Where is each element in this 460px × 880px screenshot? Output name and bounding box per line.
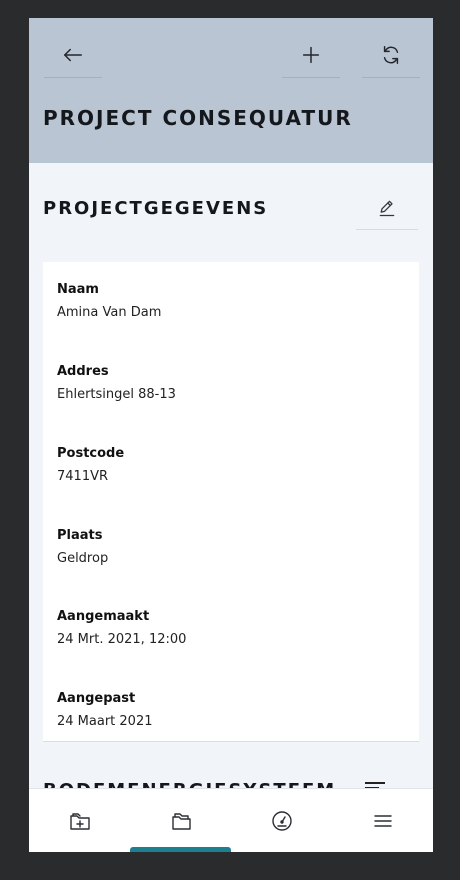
- field-value: 24 Mrt. 2021, 12:00: [57, 632, 187, 647]
- field-label: Aangepast: [57, 691, 136, 706]
- field-label: Aangemaakt: [57, 609, 150, 624]
- active-tab-indicator: [130, 847, 231, 852]
- nav-dashboard[interactable]: [231, 789, 332, 852]
- field-aangemaakt: Aangemaakt 24 Mrt. 2021, 12:00: [57, 609, 186, 647]
- menu-icon: [373, 815, 392, 827]
- field-label: Postcode: [57, 446, 125, 461]
- field-aangepast: Aangepast 24 Maart 2021: [57, 691, 152, 729]
- field-naam: Naam Amina Van Dam: [57, 282, 161, 320]
- folder-add-icon: [69, 813, 90, 830]
- field-value: 7411VR: [57, 469, 109, 484]
- field-value: Geldrop: [57, 551, 109, 566]
- section-title: PROJECTGEGEVENS: [43, 198, 269, 219]
- field-value: Ehlertsingel 88-13: [57, 387, 176, 402]
- page-title: PROJECT CONSEQUATUR: [43, 106, 353, 130]
- field-value: 24 Maart 2021: [57, 714, 153, 729]
- edit-button[interactable]: [356, 186, 418, 230]
- nav-new-project[interactable]: [29, 789, 130, 852]
- pencil-icon: [379, 200, 395, 216]
- folders-icon: [171, 813, 191, 830]
- app-screen: PROJECT CONSEQUATUR PROJECTGEGEVENS Naam…: [29, 18, 433, 852]
- field-label: Addres: [57, 364, 109, 379]
- nav-projects[interactable]: [130, 789, 231, 852]
- add-button[interactable]: [282, 32, 340, 78]
- bottom-nav: [29, 788, 433, 852]
- refresh-icon: [383, 45, 399, 64]
- project-details-card: Naam Amina Van Dam Addres Ehlertsingel 8…: [43, 262, 419, 742]
- field-plaats: Plaats Geldrop: [57, 528, 108, 566]
- arrow-left-icon: [64, 48, 82, 61]
- gauge-icon: [271, 811, 292, 831]
- back-button[interactable]: [44, 32, 102, 78]
- field-postcode: Postcode 7411VR: [57, 446, 124, 484]
- field-addres: Addres Ehlertsingel 88-13: [57, 364, 176, 402]
- field-label: Naam: [57, 282, 99, 297]
- refresh-button[interactable]: [362, 32, 420, 78]
- nav-menu[interactable]: [332, 789, 433, 852]
- field-label: Plaats: [57, 528, 103, 543]
- plus-icon: [302, 46, 320, 63]
- field-value: Amina Van Dam: [57, 305, 162, 320]
- header: PROJECT CONSEQUATUR: [29, 18, 433, 163]
